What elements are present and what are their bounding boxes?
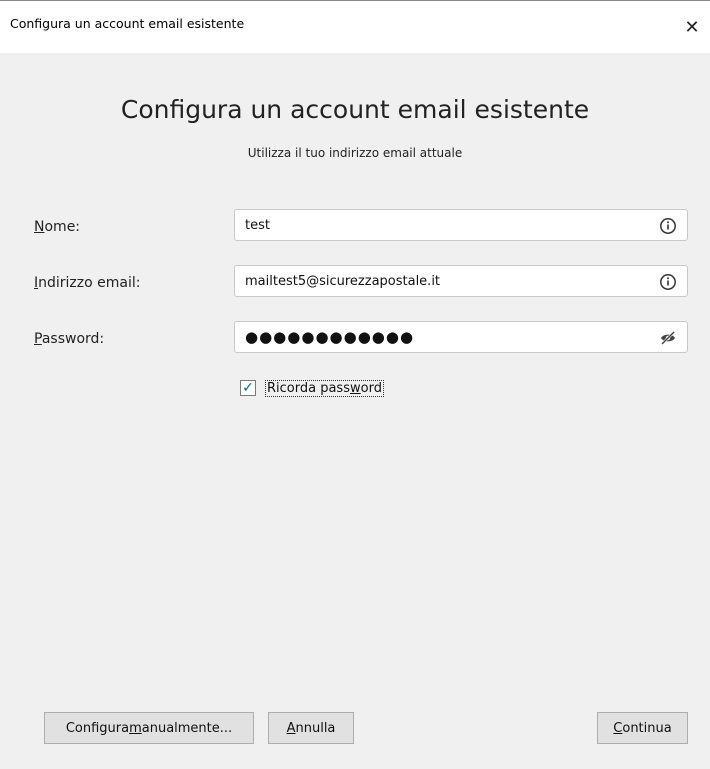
email-value: mailtest5@sicurezzapostale.it [245, 274, 441, 289]
password-value: ●●●●●●●●●●●● [245, 328, 415, 346]
close-icon[interactable]: ✕ [674, 1, 710, 53]
info-icon[interactable] [659, 217, 677, 235]
password-field[interactable]: ●●●●●●●●●●●● [234, 321, 688, 353]
configure-manually-button[interactable]: Configura m anualmente... [44, 712, 254, 744]
email-label: Indirizzo email: [34, 275, 141, 291]
cancel-button[interactable]: Annulla [268, 712, 354, 744]
page-title: Configura un account email esistente [120, 95, 590, 124]
title-bar: Configura un account email esistente ✕ [0, 1, 710, 53]
name-label: Nome: [34, 219, 81, 235]
continue-button[interactable]: Continua [597, 712, 688, 744]
eye-slash-icon[interactable] [659, 329, 677, 347]
remember-password-checkbox[interactable]: ✓ [240, 380, 256, 396]
name-value: test [245, 218, 270, 233]
page-subtitle: Utilizza il tuo indirizzo email attuale [247, 146, 463, 160]
password-label: Password: [34, 331, 105, 347]
remember-password-label[interactable]: Ricorda password [265, 379, 384, 397]
remember-password-row[interactable]: ✓ Ricorda password [240, 378, 384, 398]
info-icon[interactable] [659, 273, 677, 291]
window-title: Configura un account email esistente [10, 16, 245, 31]
name-field[interactable]: test [234, 209, 688, 241]
dialog-window: Configura un account email esistente ✕ C… [0, 0, 710, 769]
email-field[interactable]: mailtest5@sicurezzapostale.it [234, 265, 688, 297]
